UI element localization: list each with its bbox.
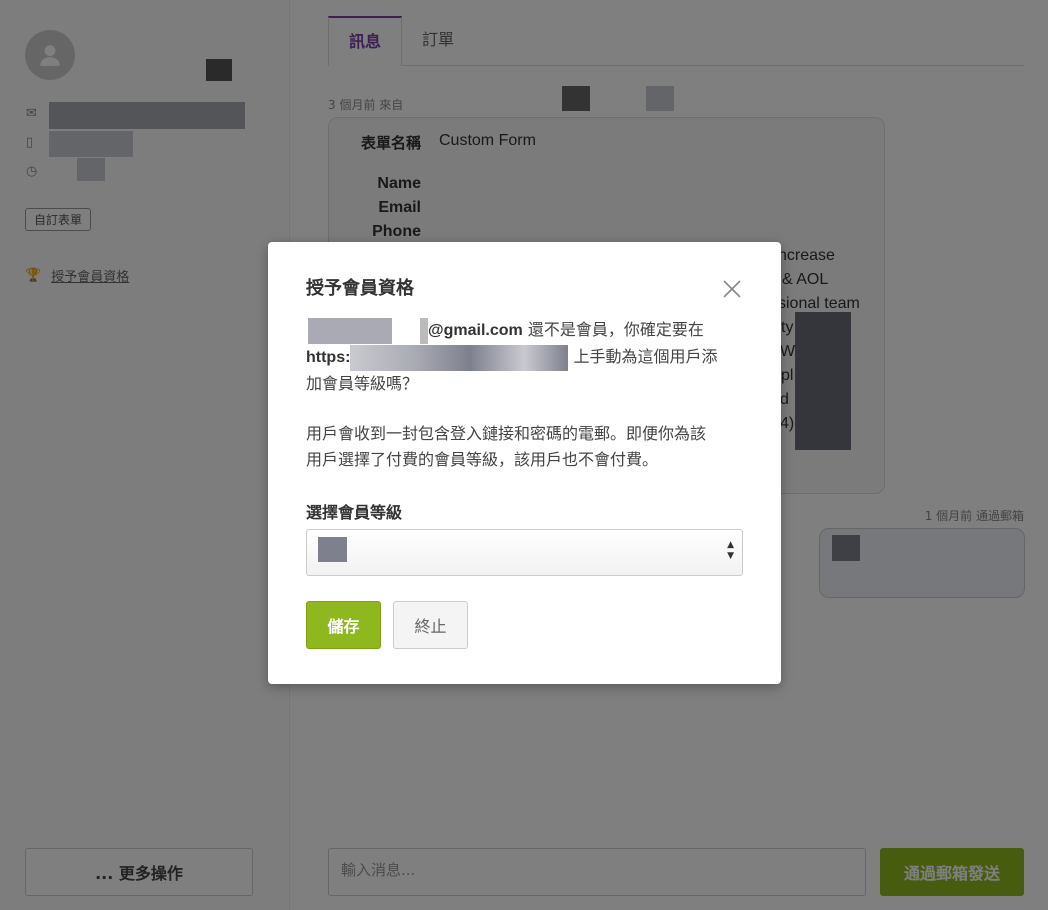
save-button[interactable]: 儲存 <box>306 601 381 649</box>
note-line2: 用戶選擇了付費的會員等級，該用戶也不會付費。 <box>306 450 659 469</box>
cancel-button[interactable]: 終止 <box>393 601 468 649</box>
dialog-note: 用戶會收到一封包含登入鏈接和密碼的電郵。即便你為該 用戶選擇了付費的會員等級，該… <box>306 421 746 473</box>
message-line2: 上手動為這個用戶添 <box>573 347 718 366</box>
message-line1: 還不是會員，你確定要在 <box>527 320 704 339</box>
redacted-url <box>350 344 569 371</box>
redacted-selected-level <box>318 537 347 562</box>
select-arrows-icon: ▲ ▼ <box>727 540 734 561</box>
membership-level-select[interactable]: ▲ ▼ <box>306 529 743 576</box>
membership-level-label: 選擇會員等級 <box>306 503 403 522</box>
close-icon[interactable] <box>721 278 743 300</box>
url-prefix: https: <box>306 349 351 366</box>
dialog-message: @gmail.com 還不是會員，你確定要在 https: 上手動為這個用戶添 … <box>306 317 746 397</box>
message-line3: 加會員等級嗎？ <box>306 374 419 393</box>
grant-membership-dialog: 授予會員資格 @gmail.com 還不是會員，你確定要在 https: 上手動… <box>268 242 781 684</box>
note-line1: 用戶會收到一封包含登入鏈接和密碼的電郵。即便你為該 <box>306 424 707 443</box>
dialog-title: 授予會員資格 <box>306 278 414 299</box>
email-suffix: @gmail.com <box>428 322 523 339</box>
redacted-email <box>306 317 428 344</box>
